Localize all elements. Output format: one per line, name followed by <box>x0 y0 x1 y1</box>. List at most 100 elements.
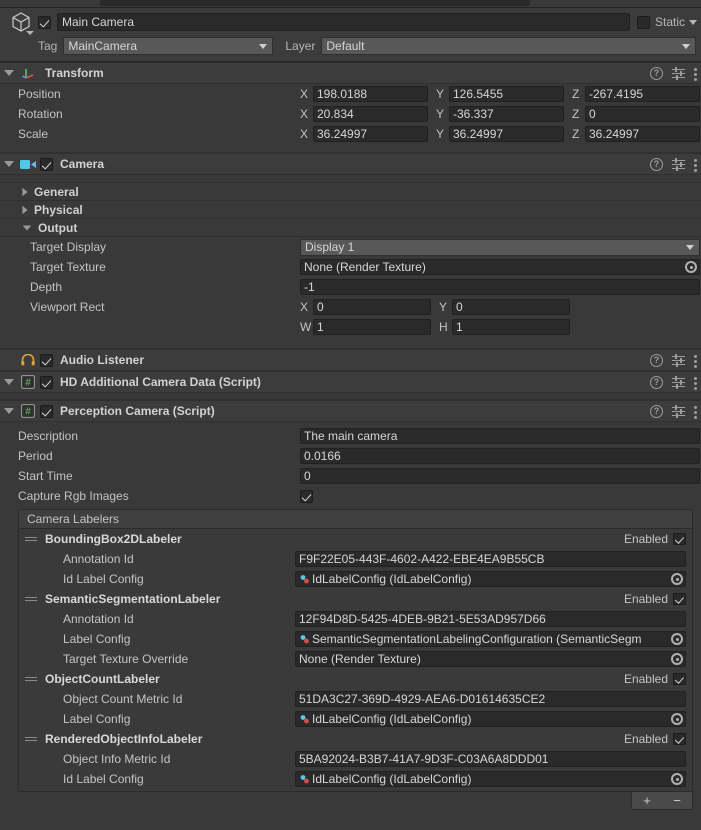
remove-labeler-button[interactable]: − <box>673 794 681 807</box>
period-label: Period <box>18 449 300 463</box>
gameobject-active-checkbox[interactable] <box>38 16 51 29</box>
viewport-w-input[interactable]: 1 <box>313 319 431 335</box>
tag-dropdown[interactable]: MainCamera <box>63 37 273 55</box>
label-config-value: SemanticSegmentationLabelingConfiguratio… <box>312 632 642 646</box>
id-label-config-objectfield[interactable]: IdLabelConfig (IdLabelConfig) <box>295 571 686 587</box>
transform-foldout-arrow[interactable] <box>0 70 18 76</box>
help-icon[interactable]: ? <box>650 376 663 389</box>
object-picker-icon[interactable] <box>671 653 683 665</box>
labeler-enabled-checkbox[interactable] <box>673 593 686 605</box>
help-icon[interactable]: ? <box>650 158 663 171</box>
camera-section-output[interactable]: Output <box>0 219 701 237</box>
depth-input[interactable]: -1 <box>300 279 700 295</box>
annotation-id-input[interactable]: F9F22E05-443F-4602-A422-EBE4EA9B55CB <box>295 551 686 567</box>
preset-icon[interactable] <box>672 354 685 367</box>
headphones-icon <box>18 354 38 366</box>
axis-z-label: Z <box>572 127 585 141</box>
inspector-bottom-area <box>0 816 701 830</box>
rotation-x-input[interactable]: 20.834 <box>313 106 428 122</box>
rotation-y-input[interactable]: -36.337 <box>449 106 564 122</box>
label-config-objectfield[interactable]: SemanticSegmentationLabelingConfiguratio… <box>295 631 686 647</box>
static-checkbox[interactable] <box>637 16 650 29</box>
labeler-header-objectcount[interactable]: ObjectCountLabeler Enabled <box>19 669 692 689</box>
labeler-header-boundingbox2d[interactable]: BoundingBox2DLabeler Enabled <box>19 529 692 549</box>
rotation-z-input[interactable]: 0 <box>585 106 700 122</box>
help-icon[interactable]: ? <box>650 354 663 367</box>
preset-icon[interactable] <box>672 67 685 80</box>
object-picker-icon[interactable] <box>671 633 683 645</box>
labeler-enabled-checkbox[interactable] <box>673 533 686 545</box>
context-menu-icon[interactable] <box>694 376 697 389</box>
annotation-id-input[interactable]: 12F94D8D-5425-4DEB-9B21-5E53AD957D66 <box>295 611 686 627</box>
scale-y-input[interactable]: 36.24997 <box>449 126 564 142</box>
hd-camera-data-title: HD Additional Camera Data (Script) <box>60 375 261 389</box>
object-picker-icon[interactable] <box>685 261 697 273</box>
target-texture-objectfield[interactable]: None (Render Texture) <box>300 259 700 275</box>
labeler-enabled-checkbox[interactable] <box>673 673 686 685</box>
help-icon[interactable]: ? <box>650 405 663 418</box>
component-header-perception-camera[interactable]: # Perception Camera (Script) ? <box>0 400 701 422</box>
hd-camera-data-enabled-checkbox[interactable] <box>40 376 53 389</box>
cube-icon[interactable] <box>4 7 38 37</box>
drag-handle-icon[interactable] <box>25 597 37 601</box>
preset-icon[interactable] <box>672 158 685 171</box>
preset-icon[interactable] <box>672 405 685 418</box>
camera-section-physical[interactable]: Physical <box>0 201 701 219</box>
static-dropdown-caret[interactable] <box>689 20 697 25</box>
target-texture-override-objectfield[interactable]: None (Render Texture) <box>295 651 686 667</box>
add-labeler-button[interactable]: + <box>643 794 651 807</box>
chevron-right-icon <box>22 205 27 214</box>
row-capture-rgb: Capture Rgb Images <box>0 486 701 506</box>
component-header-hd-camera-data[interactable]: # HD Additional Camera Data (Script) ? <box>0 371 701 393</box>
static-control[interactable]: Static <box>637 15 697 29</box>
layer-dropdown[interactable]: Default <box>321 37 696 55</box>
camera-section-general[interactable]: General <box>0 183 701 201</box>
context-menu-icon[interactable] <box>694 354 697 367</box>
viewport-h-input[interactable]: 1 <box>452 319 570 335</box>
description-input[interactable]: The main camera <box>300 428 700 444</box>
tag-value: MainCamera <box>68 39 137 53</box>
component-header-camera[interactable]: Camera ? <box>0 153 701 175</box>
component-header-transform[interactable]: Transform ? <box>0 62 701 84</box>
gameobject-name-input[interactable]: Main Camera <box>57 13 630 31</box>
help-icon[interactable]: ? <box>650 67 663 80</box>
transform-bottom-gap <box>0 144 701 153</box>
context-menu-icon[interactable] <box>694 158 697 171</box>
object-picker-icon[interactable] <box>671 773 683 785</box>
start-time-input[interactable]: 0 <box>300 468 700 484</box>
preset-icon[interactable] <box>672 376 685 389</box>
camera-enabled-checkbox[interactable] <box>40 158 53 171</box>
position-y-input[interactable]: 126.5455 <box>449 86 564 102</box>
id-label-config-objectfield[interactable]: IdLabelConfig (IdLabelConfig) <box>295 771 686 787</box>
label-config-objectfield[interactable]: IdLabelConfig (IdLabelConfig) <box>295 711 686 727</box>
object-count-metric-id-input[interactable]: 51DA3C27-369D-4929-AEA6-D01614635CE2 <box>295 691 686 707</box>
labeler-header-renderedobjectinfo[interactable]: RenderedObjectInfoLabeler Enabled <box>19 729 692 749</box>
drag-handle-icon[interactable] <box>25 677 37 681</box>
cube-icon-dropdown-caret[interactable] <box>26 31 34 35</box>
hd-camera-data-foldout-arrow[interactable] <box>0 379 18 385</box>
position-x-input[interactable]: 198.0188 <box>313 86 428 102</box>
camera-foldout-arrow[interactable] <box>0 161 18 167</box>
object-picker-icon[interactable] <box>671 713 683 725</box>
capture-rgb-checkbox[interactable] <box>300 490 313 503</box>
scale-x-input[interactable]: 36.24997 <box>313 126 428 142</box>
object-info-metric-id-input[interactable]: 5BA92024-B3B7-41A7-9D3F-C03A6A8DDD01 <box>295 751 686 767</box>
context-menu-icon[interactable] <box>694 405 697 418</box>
drag-handle-icon[interactable] <box>25 537 37 541</box>
viewport-y-input[interactable]: 0 <box>452 299 570 315</box>
perception-enabled-checkbox[interactable] <box>40 405 53 418</box>
viewport-x-input[interactable]: 0 <box>313 299 431 315</box>
labeler-enabled-checkbox[interactable] <box>673 733 686 745</box>
target-display-dropdown[interactable]: Display 1 <box>300 239 700 256</box>
scale-label: Scale <box>18 127 300 141</box>
drag-handle-icon[interactable] <box>25 737 37 741</box>
position-z-input[interactable]: -267.4195 <box>585 86 700 102</box>
perception-foldout-arrow[interactable] <box>0 408 18 414</box>
context-menu-icon[interactable] <box>694 67 697 80</box>
audio-listener-enabled-checkbox[interactable] <box>40 354 53 367</box>
component-header-audio-listener[interactable]: Audio Listener ? <box>0 349 701 371</box>
period-input[interactable]: 0.0166 <box>300 448 700 464</box>
scale-z-input[interactable]: 36.24997 <box>585 126 700 142</box>
object-picker-icon[interactable] <box>671 573 683 585</box>
labeler-header-semanticsegmentation[interactable]: SemanticSegmentationLabeler Enabled <box>19 589 692 609</box>
